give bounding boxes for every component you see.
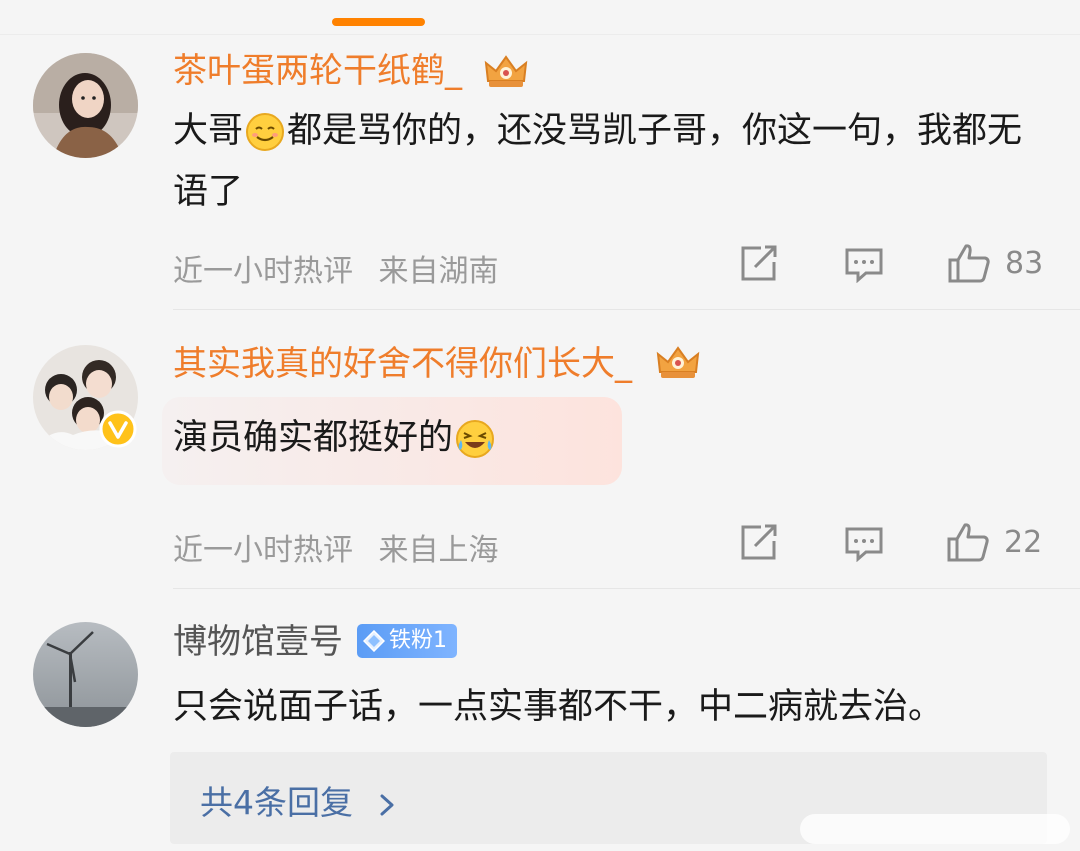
comment-icon [845, 248, 883, 283]
avatar[interactable] [33, 53, 138, 158]
comment-time: 近一小时热评 [173, 533, 353, 568]
comment-text: 只会说面子话，一点实事都不干，中二病就去治。 [173, 677, 1053, 738]
comment-text-part: 只会说面子话，一点实事都不干，中二病就去治。 [173, 687, 944, 727]
comment-time: 近一小时热评 [173, 254, 353, 289]
replies-count: 共4条回复 [200, 783, 353, 822]
share-button[interactable] [739, 245, 779, 283]
comment-meta: 近一小时热评 来自上海 [173, 525, 515, 569]
verified-icon [99, 410, 137, 448]
reply-button[interactable] [844, 247, 884, 283]
comment-text: 演员确实都挺好的 [173, 408, 1053, 469]
share-icon [741, 524, 777, 560]
comment-divider [173, 309, 1080, 310]
like-count: 83 [1005, 245, 1044, 281]
comment-text-part: 演员确实都挺好的 [173, 418, 454, 458]
like-button[interactable]: 22 [946, 521, 1042, 563]
comment-divider [173, 588, 1080, 589]
comment-meta: 近一小时热评 来自湖南 [173, 246, 515, 290]
like-button[interactable]: 83 [947, 242, 1043, 284]
avatar[interactable] [33, 622, 138, 727]
comment-icon [845, 527, 883, 562]
comment-text-part: 都是骂你的，还没骂凯子哥，你这一句，我都无语了 [173, 111, 1023, 212]
reply-button[interactable] [844, 526, 884, 562]
comment-location: 来自上海 [378, 533, 499, 568]
laughing-tears-emoji-icon [456, 420, 495, 458]
comment-location: 来自湖南 [378, 254, 499, 289]
like-count: 22 [1004, 524, 1043, 560]
smile-emoji-icon [246, 113, 285, 151]
share-icon [741, 245, 777, 281]
username[interactable]: 博物馆壹号 [173, 620, 343, 664]
crown-icon [656, 346, 700, 378]
active-tab-indicator [332, 18, 425, 26]
fan-badge: 铁粉1 [357, 624, 457, 658]
username[interactable]: 其实我真的好舍不得你们长大_ [173, 342, 632, 386]
watermark-overlay [800, 814, 1070, 844]
chevron-right-icon [380, 794, 393, 815]
comment-text: 大哥 都是骂你的，还没骂凯子哥，你这一句，我都无语了 [173, 101, 1053, 223]
share-button[interactable] [739, 524, 779, 562]
thumbs-up-icon [948, 244, 990, 283]
view-replies-link[interactable]: 共4条回复 [200, 776, 398, 824]
crown-icon [484, 55, 528, 87]
username[interactable]: 茶叶蛋两轮干纸鹤_ [173, 49, 462, 93]
diamond-icon [363, 630, 385, 652]
comment-text-part: 大哥 [173, 111, 244, 151]
top-divider [0, 34, 1080, 35]
thumbs-up-icon [947, 523, 989, 562]
fan-badge-label: 铁粉1 [389, 628, 447, 653]
